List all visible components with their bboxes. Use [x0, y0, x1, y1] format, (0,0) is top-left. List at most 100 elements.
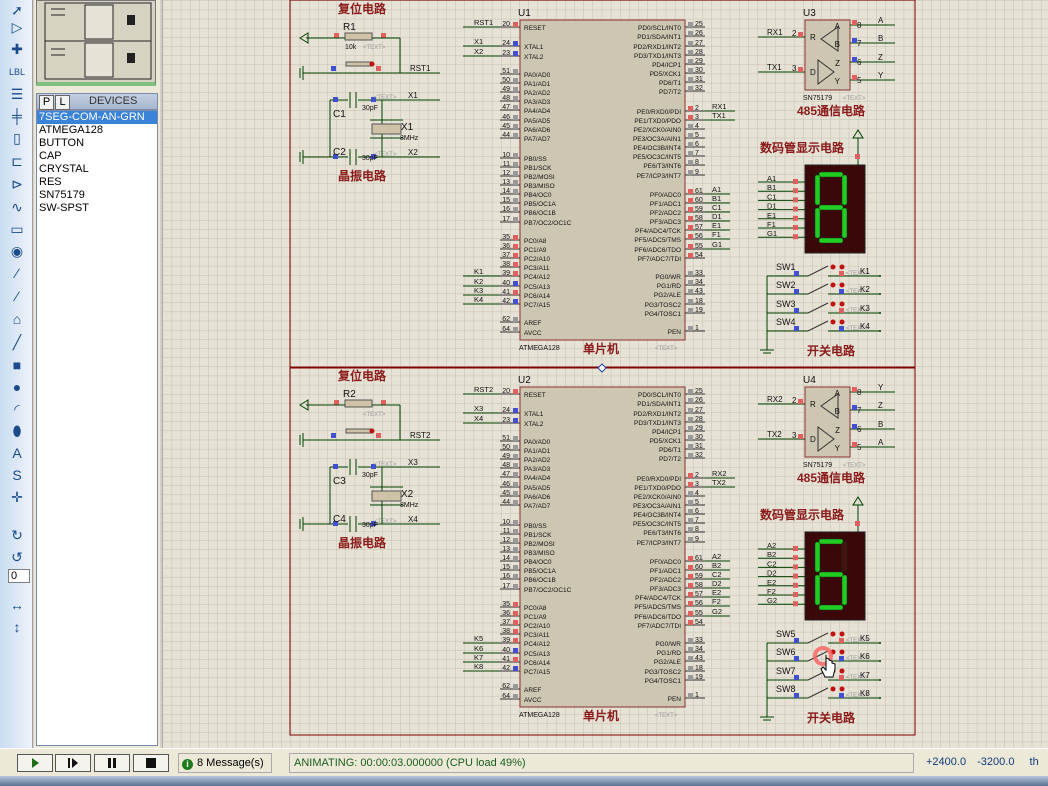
device-item[interactable]: SN75179	[37, 189, 157, 202]
pin-state	[688, 299, 693, 304]
pin-number: 54	[695, 619, 703, 626]
pin-name: PG3/TOSC2	[645, 669, 682, 676]
pin-marker	[334, 400, 339, 405]
device-item[interactable]: CRYSTAL	[37, 163, 157, 176]
rotate-anticlockwise-icon[interactable]: ↺	[6, 547, 28, 567]
line-icon[interactable]: ╱	[6, 332, 28, 352]
overview-window[interactable]	[36, 0, 156, 86]
pin-state	[513, 491, 518, 496]
circle-icon[interactable]: ●	[6, 377, 28, 397]
pin-marker	[331, 433, 336, 438]
net-label: RST2	[474, 385, 493, 394]
rotation-input[interactable]	[8, 569, 30, 583]
terminals-icon[interactable]: ⊏	[6, 151, 28, 171]
rotate-clockwise-icon[interactable]: ↻	[6, 525, 28, 545]
arc-icon[interactable]: ◜	[6, 399, 28, 419]
capacitor-value: 30pF	[362, 522, 378, 529]
schematic-canvas[interactable]: 复位电路R110k <TEXT>RST1<TEXT> X1<TEXT> X2C1C23…	[162, 0, 1048, 748]
pin-number: 15	[502, 564, 510, 571]
subcircuit-icon[interactable]: ▯	[6, 128, 28, 148]
wire-end	[879, 312, 881, 314]
device-item[interactable]: BUTTON	[37, 137, 157, 150]
device-item[interactable]: SW-SPST	[37, 202, 157, 215]
pin-state	[513, 648, 518, 653]
pin-name: PG3/TOSC2	[645, 302, 682, 309]
generator-icon[interactable]: ◉	[6, 241, 28, 261]
pin-state	[688, 444, 693, 449]
pin-number: 51	[502, 68, 510, 75]
pin-number: 26	[695, 30, 703, 37]
marker-icon[interactable]: ✛	[6, 487, 28, 507]
pin-number: 10	[502, 519, 510, 526]
stop-button[interactable]	[133, 754, 169, 772]
library-button[interactable]: L	[55, 95, 70, 110]
junction-dot-icon[interactable]: ✚	[6, 39, 28, 59]
switch-state-dot	[839, 301, 845, 307]
crystal-ref: X1	[401, 122, 414, 133]
net-label: K5	[474, 634, 483, 643]
text-script-icon[interactable]: ☰	[6, 84, 28, 104]
current-probe-icon[interactable]: ⁄	[6, 286, 28, 306]
bus-icon[interactable]: ╪	[6, 106, 28, 126]
pin-name: PD1/SDA/INT1	[637, 34, 681, 41]
text-icon[interactable]: A	[6, 443, 28, 463]
pin-number: 36	[502, 610, 510, 617]
virtual-instruments-icon[interactable]: ⌂	[6, 309, 28, 329]
pin-name: PD2/RXD1/INT2	[633, 44, 681, 51]
messages-indicator[interactable]: i 8 Message(s)	[178, 753, 272, 773]
symbol-icon[interactable]: S	[6, 465, 28, 485]
pick-devices-button[interactable]: P	[39, 95, 54, 110]
wire-label-icon[interactable]: LBL	[6, 62, 28, 82]
net-label: K7	[474, 653, 483, 662]
device-item[interactable]: ATMEGA128	[37, 124, 157, 137]
tape-recorder-icon[interactable]: ▭	[6, 219, 28, 239]
device-item[interactable]: CAP	[37, 150, 157, 163]
mirror-horizontal-icon[interactable]: ↔	[6, 595, 28, 615]
pin-state	[513, 629, 518, 634]
net-label: TX2	[767, 430, 782, 439]
capacitor-ref: C3	[333, 476, 346, 487]
pin-state	[513, 620, 518, 625]
pin-number: 55	[695, 610, 703, 617]
device-pins-icon[interactable]: ⊳	[6, 174, 28, 194]
component-mode-icon[interactable]: ▷	[6, 17, 28, 37]
device-item[interactable]: 7SEG-COM-AN-GRN	[37, 111, 157, 124]
pause-button[interactable]	[94, 754, 130, 772]
pin-state	[688, 638, 693, 643]
pin-state	[513, 574, 518, 579]
pin-number: 45	[502, 490, 510, 497]
pin-name: AVCC	[524, 697, 542, 704]
pin-name: PC5/A13	[524, 651, 550, 658]
switch-ref: SW1	[776, 262, 796, 272]
net-label: Z	[878, 401, 883, 410]
pin-name: PB2/MOSI	[524, 174, 555, 181]
pin-name: PE7/ICP3/INT7	[637, 540, 682, 547]
pin-number: 43	[695, 288, 703, 295]
device-item[interactable]: RES	[37, 176, 157, 189]
pin-number: 25	[695, 21, 703, 28]
pin-name: Y	[835, 77, 841, 86]
box-icon[interactable]: ■	[6, 355, 28, 375]
path-icon[interactable]: ⬮	[6, 421, 28, 441]
pin-name: PF5/ADC5/TMS	[634, 604, 681, 611]
taskbar-strip	[0, 776, 1048, 786]
pin-name: PE3/OC3A/AIN1	[633, 136, 681, 143]
crystal-value: 8MHz	[400, 502, 419, 509]
mirror-vertical-icon[interactable]: ↕	[6, 617, 28, 637]
play-button[interactable]	[17, 754, 53, 772]
net-label: G1	[712, 240, 722, 249]
step-button[interactable]	[55, 754, 91, 772]
pin-name: PB3/MISO	[524, 550, 555, 557]
voltage-probe-icon[interactable]: ⁄	[6, 263, 28, 283]
graph-icon[interactable]: ∿	[6, 197, 28, 217]
pin-number: 40	[502, 647, 510, 654]
pin-number: 20	[502, 21, 510, 28]
pin-name: Y	[835, 444, 841, 453]
schematic-editor[interactable]: 复位电路 R1 10k <TEXT> RST1 <TEXT> X1 <TEXT> X2 C1 C2 3…	[162, 0, 1048, 748]
pin-state	[688, 216, 693, 221]
pin-name: PB5/OC1A	[524, 201, 556, 208]
pin-name: PD6/T1	[659, 80, 681, 87]
pin-state	[513, 472, 518, 477]
devices-list[interactable]: 7SEG-COM-AN-GRN ATMEGA128 BUTTON CAP CRYSTAL…	[36, 110, 158, 746]
pin-marker	[839, 289, 844, 294]
